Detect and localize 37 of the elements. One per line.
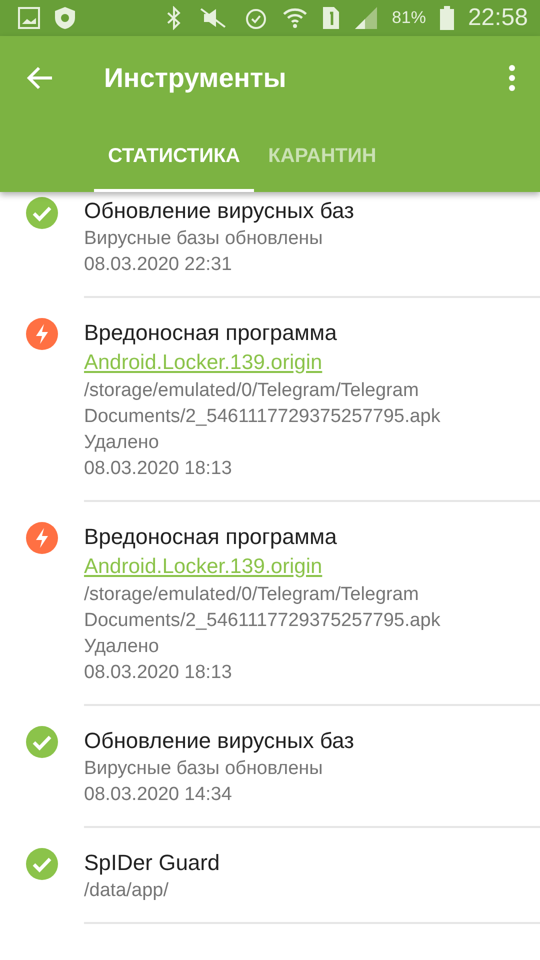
threat-link[interactable]: Android.Locker.139.origin bbox=[84, 552, 322, 582]
event-detail: /storage/emulated/0/Telegram/Telegram Documents/2_5461117729375257795.apk bbox=[84, 379, 442, 429]
check-icon bbox=[26, 726, 58, 758]
clock-time: 22:58 bbox=[468, 4, 528, 32]
shield-icon bbox=[54, 6, 76, 30]
lightning-icon bbox=[26, 318, 58, 350]
event-title: Вредоносная программа bbox=[84, 319, 338, 347]
tab[interactable]: СТАТИСТИКА bbox=[94, 120, 254, 192]
battery-percent: 81% bbox=[392, 8, 426, 28]
battery-icon bbox=[440, 6, 454, 30]
lightning-icon bbox=[26, 522, 58, 554]
event-detail: /storage/emulated/0/Telegram/Telegram Documents/2_5461117729375257795.apk bbox=[84, 583, 442, 633]
event-title: Обновление вирусных баз bbox=[84, 727, 356, 755]
sim-card-icon bbox=[322, 6, 340, 30]
event-detail: 08.03.2020 18:13 bbox=[84, 457, 233, 481]
event-detail: 08.03.2020 22:31 bbox=[84, 253, 233, 277]
event-title: Обновление вирусных баз bbox=[84, 197, 356, 225]
event-title: Вредоносная программа bbox=[84, 523, 338, 551]
toolbar-title: Инструменты bbox=[104, 62, 288, 94]
event-detail: Удалено bbox=[84, 635, 160, 659]
event-detail: Вирусные базы обновлены bbox=[84, 757, 324, 781]
event-detail: 08.03.2020 14:34 bbox=[84, 783, 233, 807]
threat-link[interactable]: Android.Locker.139.origin bbox=[84, 348, 322, 378]
event-title: SpIDer Guard bbox=[84, 849, 221, 877]
alarm-icon bbox=[244, 6, 268, 30]
picture-icon bbox=[18, 7, 40, 29]
wifi-icon bbox=[282, 6, 308, 30]
more-options-icon[interactable] bbox=[508, 64, 516, 92]
event-detail: Удалено bbox=[84, 431, 160, 455]
signal-icon bbox=[354, 6, 378, 30]
check-icon bbox=[26, 848, 58, 880]
event-detail: Вирусные базы обновлены bbox=[84, 227, 324, 251]
bluetooth-icon bbox=[166, 6, 182, 30]
event-detail: 08.03.2020 18:13 bbox=[84, 661, 233, 685]
event-detail: /data/app/ bbox=[84, 879, 170, 903]
check-icon bbox=[26, 197, 58, 229]
tab[interactable]: КАРАНТИН bbox=[254, 120, 390, 192]
